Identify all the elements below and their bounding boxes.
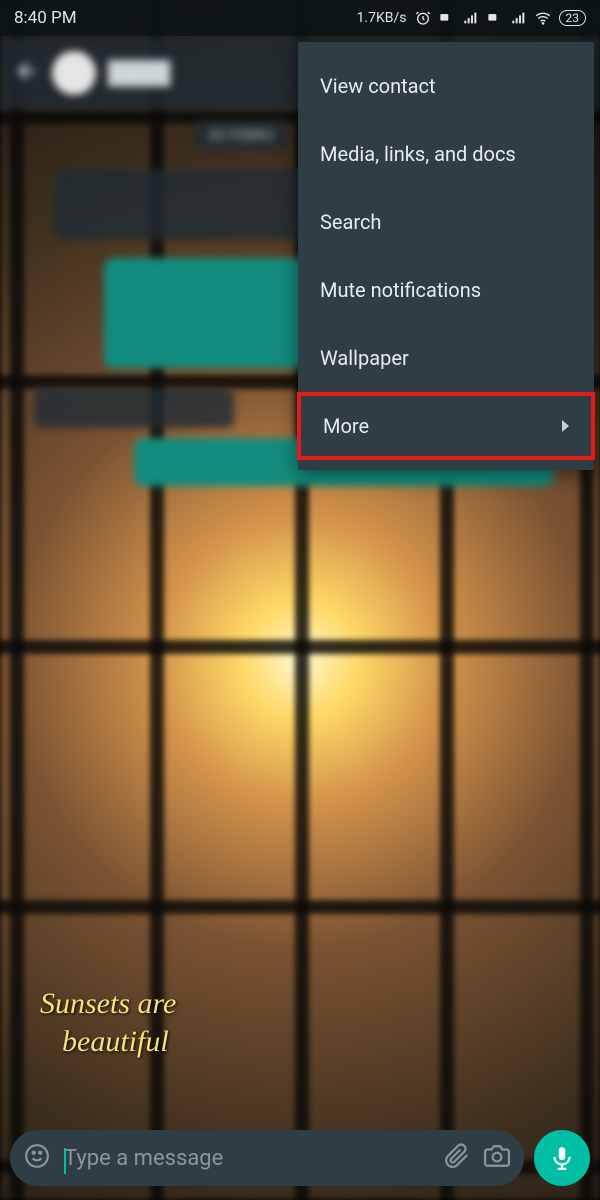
message-bubble-outgoing[interactable] — [104, 258, 314, 368]
contact-avatar[interactable] — [52, 51, 96, 95]
attach-icon[interactable] — [444, 1143, 470, 1173]
menu-item-label: Wallpaper — [320, 346, 409, 370]
chevron-right-icon — [562, 420, 569, 432]
menu-item-label: Mute notifications — [320, 278, 481, 302]
camera-icon[interactable] — [484, 1143, 510, 1173]
volte-icon-1 — [439, 10, 455, 26]
menu-more[interactable]: More — [297, 392, 595, 460]
contact-name[interactable]: ████ — [108, 60, 170, 86]
menu-search[interactable]: Search — [298, 188, 594, 256]
menu-view-contact[interactable]: View contact — [298, 52, 594, 120]
battery-pill: 23 — [559, 10, 587, 26]
status-time: 8:40 PM — [14, 8, 77, 28]
signal-icon-2 — [511, 10, 527, 26]
text-cursor — [64, 1148, 66, 1174]
menu-mute-notifications[interactable]: Mute notifications — [298, 256, 594, 324]
signal-icon-1 — [463, 10, 479, 26]
alarm-icon — [415, 10, 431, 26]
menu-item-label: Search — [320, 210, 381, 234]
emoji-icon[interactable] — [24, 1143, 50, 1173]
menu-item-label: Media, links, and docs — [320, 142, 516, 166]
message-input-box[interactable]: Type a message — [10, 1130, 524, 1186]
encryption-notice — [54, 170, 324, 240]
overflow-menu: View contact Media, links, and docs Sear… — [298, 42, 594, 470]
status-bar: 8:40 PM 1.7KB/s 23 — [0, 0, 600, 36]
back-icon[interactable] — [14, 58, 40, 88]
voice-message-button[interactable] — [534, 1130, 590, 1186]
message-bubble-incoming[interactable] — [34, 388, 234, 428]
menu-media-links-docs[interactable]: Media, links, and docs — [298, 120, 594, 188]
menu-wallpaper[interactable]: Wallpaper — [298, 324, 594, 392]
date-separator: 20 FEBRU — [194, 120, 288, 150]
menu-item-label: More — [323, 414, 369, 438]
menu-item-label: View contact — [320, 74, 436, 98]
volte-icon-2 — [487, 10, 503, 26]
wifi-icon — [535, 10, 551, 26]
message-input[interactable]: Type a message — [64, 1146, 430, 1171]
net-speed: 1.7KB/s — [357, 10, 407, 26]
message-input-bar: Type a message — [10, 1130, 590, 1186]
wallpaper-caption: Sunsets are beautiful — [40, 985, 176, 1060]
